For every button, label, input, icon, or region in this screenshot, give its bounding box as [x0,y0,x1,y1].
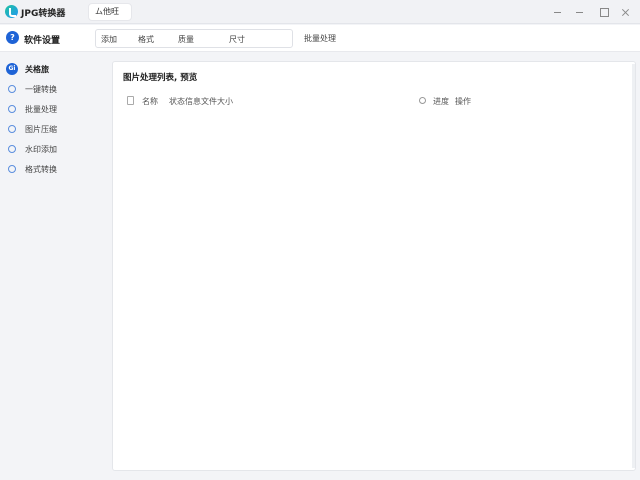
sidebar-item-label: 格式转换 [25,165,57,174]
restore-down-icon[interactable] [573,5,587,19]
batch-icon [8,105,16,113]
batch-process-button[interactable]: 批量处理 [304,33,336,44]
column-header-actions[interactable]: 操作 [455,96,471,107]
sidebar: Gi 关格旅 一键转换 批量处理 图片压缩 水印添加 格式转换 [0,53,105,480]
scrollbar[interactable] [632,64,635,468]
sidebar-item-watermark[interactable]: 水印添加 [0,140,105,158]
sidebar-item-label: 水印添加 [25,145,57,154]
app-tab[interactable]: ム他旺 [88,3,132,21]
file-icon [127,96,134,105]
sidebar-item-label: 图片压缩 [25,125,57,134]
app-logo-icon [5,5,18,18]
sidebar-item-convert[interactable]: 一键转换 [0,80,105,98]
settings-icon[interactable]: ? [6,31,19,44]
compress-icon [8,125,16,133]
progress-icon [419,97,426,104]
minimize-icon[interactable] [551,5,565,19]
settings-label[interactable]: 软件设置 [24,33,60,46]
sidebar-item-label: 批量处理 [25,105,57,114]
column-header-progress[interactable]: 进度 [433,96,449,107]
main-panel: 图片处理列表, 预览 名称 状态信息 文件大小 进度 操作 [112,61,636,471]
maximize-icon[interactable] [597,5,611,19]
panel-heading: 图片处理列表, 预览 [123,73,198,83]
close-icon[interactable] [619,5,633,19]
column-header-size[interactable]: 文件大小 [201,96,233,107]
filter-quality-button[interactable]: 质量 [178,34,194,45]
convert-icon [8,85,16,93]
title-bar: JPG转换器 ム他旺 [0,0,640,24]
sidebar-item-batch[interactable]: 批量处理 [0,100,105,118]
filter-add-button[interactable]: 添加 [101,34,117,45]
sidebar-item-format[interactable]: 格式转换 [0,160,105,178]
sidebar-item-home[interactable]: Gi 关格旅 [0,60,105,78]
filter-segmented-control: 添加 格式 质量 尺寸 [95,29,293,48]
sidebar-item-compress[interactable]: 图片压缩 [0,120,105,138]
toolbar: ? 软件设置 添加 格式 质量 尺寸 批量处理 [0,25,640,52]
sidebar-item-label: 一键转换 [25,85,57,94]
column-header-name[interactable]: 名称 [142,96,158,107]
app-title: JPG转换器 [21,9,66,19]
format-icon [8,165,16,173]
filter-size-button[interactable]: 尺寸 [229,34,245,45]
filter-format-button[interactable]: 格式 [138,34,154,45]
sidebar-item-label: 关格旅 [25,65,49,74]
home-icon: Gi [6,63,18,75]
column-header-status[interactable]: 状态信息 [169,96,201,107]
watermark-icon [8,145,16,153]
